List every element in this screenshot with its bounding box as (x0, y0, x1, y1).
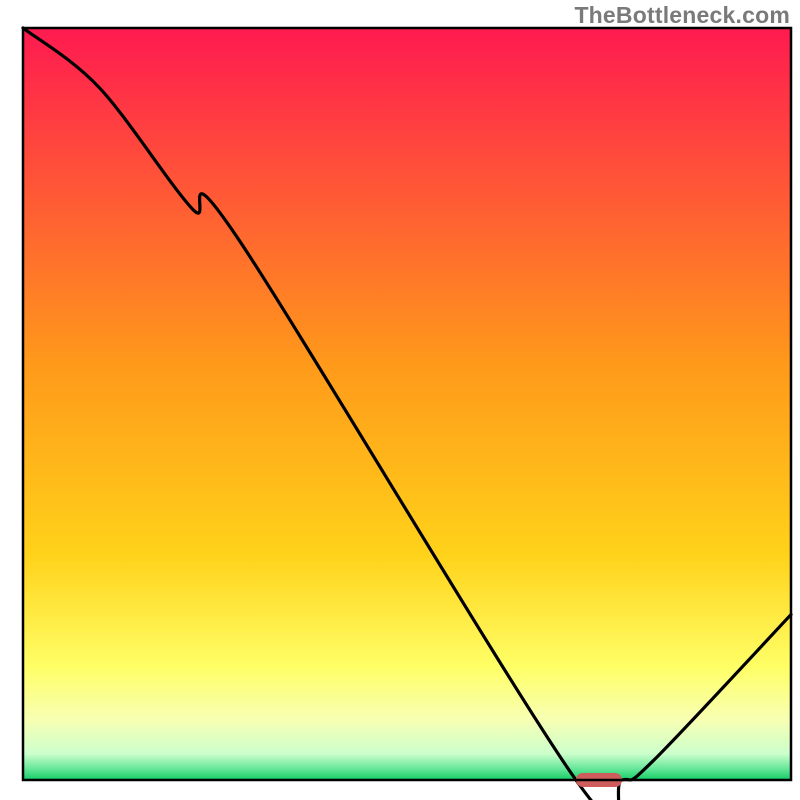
bottleneck-chart (0, 0, 800, 800)
watermark-text: TheBottleneck.com (574, 2, 790, 29)
chart-container: TheBottleneck.com (0, 0, 800, 800)
plot-background (23, 28, 791, 780)
